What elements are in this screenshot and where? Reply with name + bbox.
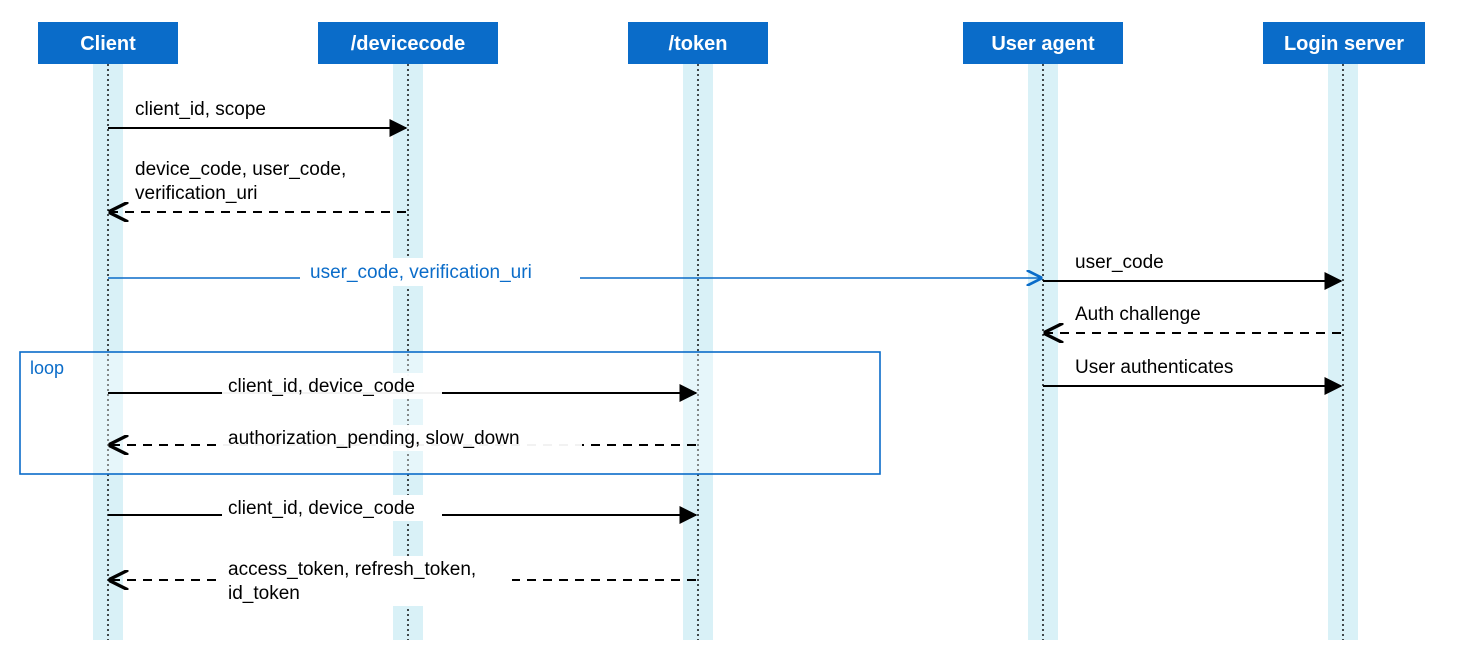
msg-label-m10a: access_token, refresh_token,: [228, 559, 476, 580]
msg-label-m7: client_id, device_code: [228, 376, 415, 397]
actor-login: Login server: [1263, 22, 1425, 64]
msg-label-m5: Auth challenge: [1075, 304, 1201, 325]
actor-client: Client: [38, 22, 178, 64]
msg-label-m3: user_code, verification_uri: [310, 262, 532, 283]
msg-label-m1: client_id, scope: [135, 99, 266, 120]
msg-label-m8: authorization_pending, slow_down: [228, 428, 520, 449]
actor-useragent: User agent: [963, 22, 1123, 64]
loop-label: loop: [30, 358, 64, 378]
msg-label-m6: User authenticates: [1075, 357, 1233, 378]
svg-text:Client: Client: [80, 33, 136, 55]
msg-label-m2b: verification_uri: [135, 183, 258, 204]
sequence-diagram: Client /devicecode /token User agent Log…: [0, 0, 1466, 650]
loop-frame: [20, 352, 880, 474]
svg-text:/token: /token: [669, 33, 728, 55]
msg-label-m4: user_code: [1075, 252, 1164, 273]
svg-text:User agent: User agent: [991, 33, 1095, 55]
msg-label-m2a: device_code, user_code,: [135, 159, 346, 180]
msg-label-m10b: id_token: [228, 583, 300, 604]
svg-text:/devicecode: /devicecode: [351, 33, 466, 55]
svg-text:Login server: Login server: [1284, 33, 1404, 55]
actor-token: /token: [628, 22, 768, 64]
msg-label-m9: client_id, device_code: [228, 498, 415, 519]
actor-devicecode: /devicecode: [318, 22, 498, 64]
